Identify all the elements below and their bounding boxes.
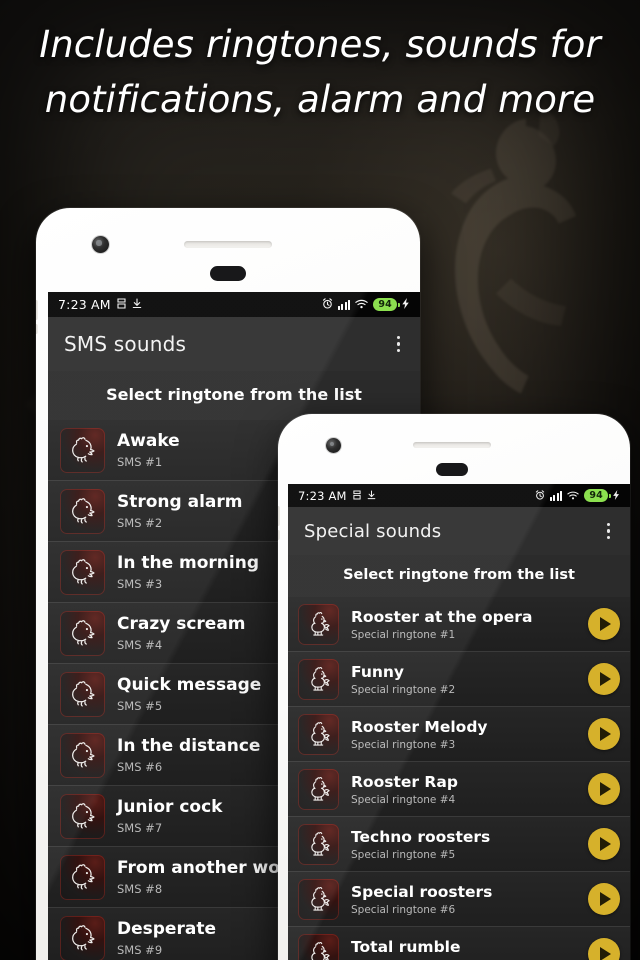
list-item-text: Rooster Rap Special ringtone #4 xyxy=(351,773,576,806)
rooster-head-icon xyxy=(60,549,105,595)
overflow-menu-icon[interactable] xyxy=(393,332,405,357)
headline-line-2: notifications, alarm and more xyxy=(44,77,596,121)
phone2-status-bar: 7:23 AM 94 xyxy=(288,484,630,507)
signal-icon xyxy=(337,299,351,310)
rooster-body-icon xyxy=(298,713,339,755)
rooster-head-icon xyxy=(60,488,105,534)
list-item-subtitle: Special ringtone #5 xyxy=(351,848,456,861)
download-icon xyxy=(367,489,376,503)
sim-icon xyxy=(353,489,361,503)
alarm-icon xyxy=(322,297,333,312)
screenshot-stage: Includes ringtones, sounds for notificat… xyxy=(0,0,640,960)
list-item-title: Rooster Rap xyxy=(351,772,458,791)
play-icon[interactable] xyxy=(588,663,620,695)
phone1-side-button-lower[interactable] xyxy=(36,324,38,334)
list-item-text: Total rumbleSpecial ringtone #7 xyxy=(351,938,576,960)
list-item-text: Rooster at the opera Special ringtone #1 xyxy=(351,608,576,641)
battery-badge: 94 xyxy=(584,489,611,502)
list-item-text: Techno roosters Special ringtone #5 xyxy=(351,828,576,861)
list-item-title: Rooster Melody xyxy=(351,717,488,736)
phone1-status-bar: 7:23 AM 94 xyxy=(48,292,420,317)
rooster-body-icon xyxy=(298,933,339,960)
list-item-subtitle: Special ringtone #4 xyxy=(351,793,456,806)
phone2-clock: 7:23 AM xyxy=(298,488,347,503)
list-item[interactable]: Rooster Rap Special ringtone #4 xyxy=(288,762,630,817)
list-item-title: Rooster at the opera xyxy=(351,607,533,626)
rooster-body-icon xyxy=(298,658,339,700)
download-icon xyxy=(132,297,142,312)
rooster-body-icon xyxy=(298,603,339,645)
proximity-sensor xyxy=(210,266,246,281)
phone2-app-title: Special sounds xyxy=(304,520,442,542)
rooster-head-icon xyxy=(60,854,105,900)
list-item[interactable]: Total rumbleSpecial ringtone #7 xyxy=(288,927,630,960)
list-item-subtitle: Special ringtone #6 xyxy=(351,903,456,916)
phone2-side-button-lower[interactable] xyxy=(278,530,280,540)
page-title: Includes ringtones, sounds for notificat… xyxy=(0,18,640,128)
signal-icon xyxy=(549,490,563,501)
list-item-subtitle: Special ringtone #2 xyxy=(351,683,456,696)
rooster-body-icon xyxy=(298,823,339,865)
sim-icon xyxy=(117,297,126,312)
alarm-icon xyxy=(535,489,545,503)
play-icon[interactable] xyxy=(588,938,620,960)
list-item-text: Special roosters Special ringtone #6 xyxy=(351,883,576,916)
rooster-head-icon xyxy=(60,793,105,839)
list-item[interactable]: Special roosters Special ringtone #6 xyxy=(288,872,630,927)
earpiece-speaker xyxy=(184,241,272,248)
rooster-head-icon xyxy=(60,427,105,473)
earpiece-speaker xyxy=(413,442,491,448)
phone1-app-title: SMS sounds xyxy=(64,332,187,356)
phone2-app-bar: Special sounds xyxy=(288,507,630,555)
list-item-title: Total rumble xyxy=(351,937,461,956)
play-icon[interactable] xyxy=(588,773,620,805)
wifi-icon xyxy=(567,489,580,503)
list-item[interactable]: Funny Special ringtone #2 xyxy=(288,652,630,707)
rooster-body-icon xyxy=(298,768,339,810)
wifi-icon xyxy=(355,297,369,312)
headline-line-1: Includes ringtones, sounds for xyxy=(39,23,601,66)
play-icon[interactable] xyxy=(588,718,620,750)
list-item[interactable]: Techno roosters Special ringtone #5 xyxy=(288,817,630,872)
list-item[interactable]: Rooster Melody Special ringtone #3 xyxy=(288,707,630,762)
phone1-list-subtitle: Select ringtone from the list xyxy=(48,371,420,420)
rooster-head-icon xyxy=(60,915,105,960)
front-camera-icon xyxy=(326,438,341,453)
phone2-side-button-upper[interactable] xyxy=(278,506,280,526)
bolt-icon xyxy=(402,297,410,312)
phone2-screen: 7:23 AM 94 Special sounds Select rington… xyxy=(288,484,630,960)
play-icon[interactable] xyxy=(588,828,620,860)
rooster-head-icon xyxy=(60,610,105,656)
list-item-text: Rooster Melody Special ringtone #3 xyxy=(351,718,576,751)
phone-mockup-special-sounds: 7:23 AM 94 Special sounds Select rington… xyxy=(278,414,630,960)
list-item-subtitle: Special ringtone #1 xyxy=(351,628,456,641)
rooster-body-icon xyxy=(298,878,339,920)
list-item-title: Funny xyxy=(351,662,405,681)
phone1-clock: 7:23 AM xyxy=(58,297,111,312)
rooster-head-icon xyxy=(60,732,105,778)
battery-badge: 94 xyxy=(373,298,400,311)
phone2-ringtone-list[interactable]: Rooster at the opera Special ringtone #1 F… xyxy=(288,597,630,960)
rooster-head-icon xyxy=(60,671,105,717)
play-icon[interactable] xyxy=(588,883,620,915)
list-item[interactable]: Rooster at the opera Special ringtone #1 xyxy=(288,597,630,652)
phone1-side-button-upper[interactable] xyxy=(36,300,38,320)
list-item-subtitle: Special ringtone #3 xyxy=(351,738,456,751)
phone2-list-subtitle: Select ringtone from the list xyxy=(288,555,630,597)
play-icon[interactable] xyxy=(588,608,620,640)
front-camera-icon xyxy=(92,236,109,253)
phone1-app-bar: SMS sounds xyxy=(48,317,420,371)
bolt-icon xyxy=(613,489,620,503)
proximity-sensor xyxy=(436,463,468,476)
list-item-title: Techno roosters xyxy=(351,827,491,846)
list-item-text: Funny Special ringtone #2 xyxy=(351,663,576,696)
overflow-menu-icon[interactable] xyxy=(603,519,615,544)
list-item-title: Special roosters xyxy=(351,882,493,901)
